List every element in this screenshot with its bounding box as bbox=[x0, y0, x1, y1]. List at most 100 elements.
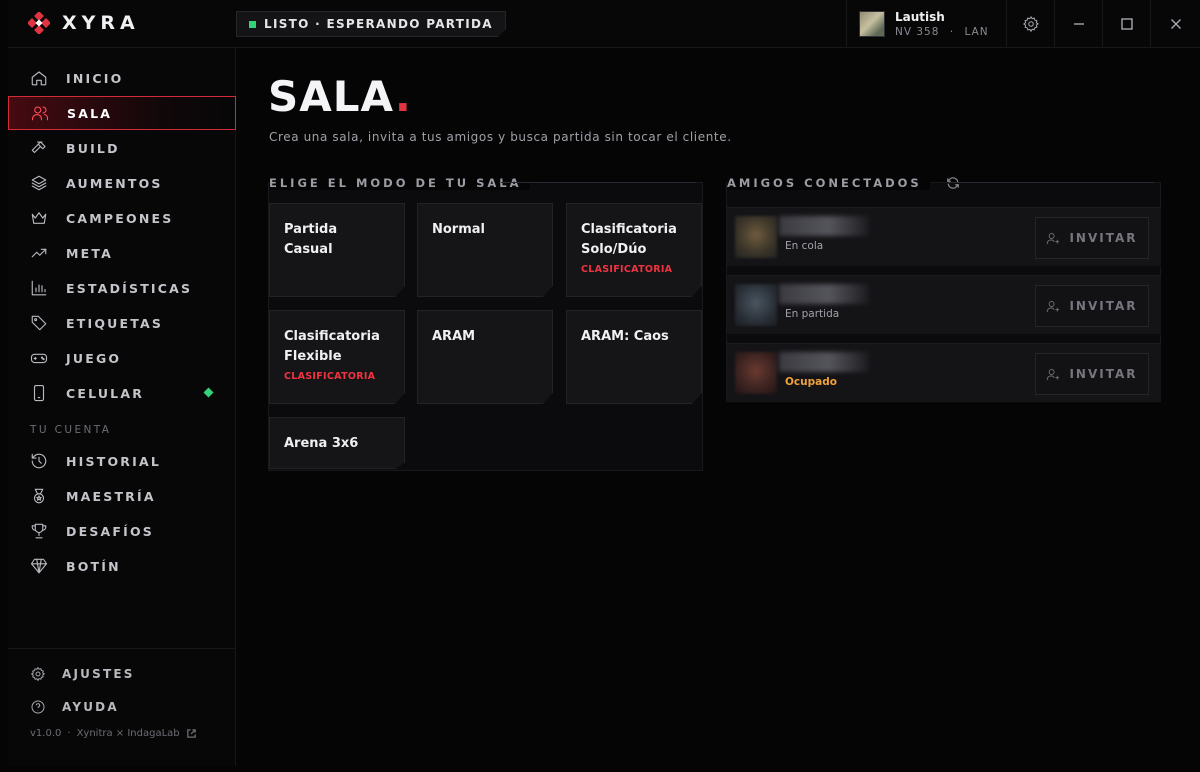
mode-name: Arena 3x6 bbox=[284, 436, 359, 451]
invite-button[interactable]: INVITAR bbox=[1035, 353, 1149, 395]
status-dot-icon bbox=[249, 21, 256, 28]
version-text: v1.0.0 bbox=[30, 728, 62, 739]
add-user-icon bbox=[1047, 368, 1060, 380]
sidebar-item-label: DESAFÍOS bbox=[66, 523, 155, 539]
sidebar-item-label: CAMPEONES bbox=[66, 210, 174, 226]
add-user-icon bbox=[1047, 300, 1060, 312]
friends-panel-rule bbox=[949, 182, 1154, 183]
sidebar-item-ajustes[interactable]: AJUSTES bbox=[8, 659, 236, 689]
user-name: Lautish bbox=[895, 10, 945, 24]
crown-icon bbox=[31, 212, 47, 224]
sidebar-item-label: BUILD bbox=[66, 140, 120, 156]
version-credits: v1.0.0 · Xynitra × IndagaLab bbox=[30, 728, 197, 739]
sidebar-footer: AJUSTES AYUDA bbox=[8, 648, 236, 714]
sidebar-item-label: MAESTRÍA bbox=[66, 488, 156, 504]
mode-card-aram-caos[interactable]: ARAM: Caos bbox=[566, 310, 702, 404]
sidebar-item-desafios[interactable]: DESAFÍOS bbox=[8, 514, 236, 548]
user-profile[interactable]: Lautish NV 358 · LAN bbox=[846, 0, 1006, 48]
mode-panel: ELIGE EL MODO DE TU SALA Partida Casual … bbox=[268, 176, 703, 471]
mode-card-arena[interactable]: Arena 3x6 bbox=[269, 417, 405, 469]
page-title-text: SALA bbox=[268, 72, 395, 121]
mode-tag: CLASIFICATORIA bbox=[284, 371, 376, 382]
sidebar-item-estadisticas[interactable]: ESTADÍSTICAS bbox=[8, 271, 236, 305]
sidebar-item-celular[interactable]: CELULAR bbox=[8, 376, 236, 410]
app-name: XYRA bbox=[62, 12, 140, 34]
sidebar-item-etiquetas[interactable]: ETIQUETAS bbox=[8, 306, 236, 340]
sidebar-item-maestria[interactable]: MAESTRÍA bbox=[8, 479, 236, 513]
page-title: SALA. bbox=[268, 72, 412, 121]
sidebar-item-historial[interactable]: HISTORIAL bbox=[8, 444, 236, 478]
friend-name-redacted bbox=[779, 284, 869, 304]
maximize-button[interactable] bbox=[1102, 0, 1150, 48]
mode-name: ARAM: Caos bbox=[581, 329, 669, 344]
invite-button[interactable]: INVITAR bbox=[1035, 285, 1149, 327]
mode-tag: CLASIFICATORIA bbox=[581, 264, 673, 275]
close-icon bbox=[1170, 19, 1181, 29]
friend-avatar bbox=[735, 284, 777, 326]
user-level: NV 358 bbox=[895, 26, 940, 38]
app-logo: XYRA bbox=[28, 12, 140, 34]
mode-name: ARAM bbox=[432, 329, 476, 344]
sidebar-item-label: HISTORIAL bbox=[66, 453, 161, 469]
phone-icon bbox=[33, 384, 45, 402]
friend-avatar bbox=[735, 352, 777, 394]
gamepad-icon bbox=[30, 353, 48, 364]
gear-icon bbox=[30, 666, 46, 682]
sidebar-item-label: ETIQUETAS bbox=[66, 315, 164, 331]
mode-card-clasificatoria-flexible[interactable]: Clasificatoria Flexible CLASIFICATORIA bbox=[269, 310, 405, 404]
trending-icon bbox=[31, 248, 47, 258]
sidebar-item-label: JUEGO bbox=[66, 350, 122, 366]
tag-icon bbox=[31, 315, 47, 331]
mode-card-aram[interactable]: ARAM bbox=[417, 310, 553, 404]
sidebar-item-label: AJUSTES bbox=[62, 667, 135, 681]
avatar bbox=[859, 11, 885, 37]
section-label-account: TU CUENTA bbox=[30, 424, 112, 436]
sidebar-item-aumentos[interactable]: AUMENTOS bbox=[8, 166, 236, 200]
sidebar-item-build[interactable]: BUILD bbox=[8, 131, 236, 165]
diamond-icon bbox=[30, 558, 48, 574]
mode-card-clasificatoria-solo-duo[interactable]: Clasificatoria Solo/Dúo CLASIFICATORIA bbox=[566, 203, 702, 297]
version-separator: · bbox=[67, 728, 71, 739]
credits-link[interactable]: Xynitra × IndagaLab bbox=[77, 728, 180, 739]
mode-name: Clasificatoria Solo/Dúo bbox=[581, 222, 677, 257]
mode-name: Normal bbox=[432, 222, 485, 237]
bar-chart-icon bbox=[31, 280, 47, 296]
friend-name-redacted bbox=[779, 352, 869, 372]
friend-row: En partida INVITAR bbox=[727, 275, 1161, 335]
minimize-icon bbox=[1073, 23, 1084, 25]
mode-name: Partida Casual bbox=[284, 222, 338, 257]
sidebar-item-inicio[interactable]: INICIO bbox=[8, 61, 236, 95]
users-icon bbox=[31, 106, 49, 121]
friend-status: Ocupado bbox=[785, 376, 837, 388]
user-region: LAN bbox=[964, 26, 989, 38]
hammer-icon bbox=[31, 141, 46, 154]
sidebar-item-label: AUMENTOS bbox=[66, 175, 163, 191]
friend-status: En cola bbox=[785, 240, 824, 252]
friend-name-redacted bbox=[779, 216, 869, 236]
xyra-logo-icon bbox=[28, 12, 50, 34]
external-link-icon[interactable] bbox=[186, 728, 197, 739]
add-user-icon bbox=[1047, 232, 1060, 244]
trophy-icon bbox=[31, 523, 47, 539]
invite-button[interactable]: INVITAR bbox=[1035, 217, 1149, 259]
online-badge-icon bbox=[203, 387, 214, 398]
sidebar-item-juego[interactable]: JUEGO bbox=[8, 341, 236, 375]
settings-button[interactable] bbox=[1006, 0, 1054, 48]
sidebar-item-label: SALA bbox=[67, 105, 113, 121]
sidebar-item-ayuda[interactable]: AYUDA bbox=[8, 692, 236, 722]
close-button[interactable] bbox=[1150, 0, 1200, 48]
sidebar-item-label: BOTÍN bbox=[66, 558, 121, 574]
sidebar-item-meta[interactable]: META bbox=[8, 236, 236, 270]
sidebar-item-campeones[interactable]: CAMPEONES bbox=[8, 201, 236, 235]
friend-row: En cola INVITAR bbox=[727, 207, 1161, 267]
mode-name: Clasificatoria Flexible bbox=[284, 329, 380, 364]
sidebar-item-label: AYUDA bbox=[62, 700, 119, 714]
mode-panel-header: ELIGE EL MODO DE TU SALA bbox=[269, 173, 530, 193]
sidebar-item-sala[interactable]: SALA bbox=[8, 96, 236, 130]
status-badge: LISTO · ESPERANDO PARTIDA bbox=[236, 11, 506, 37]
sidebar-item-botin[interactable]: BOTÍN bbox=[8, 549, 236, 583]
mode-card-normal[interactable]: Normal bbox=[417, 203, 553, 297]
mode-card-partida-casual[interactable]: Partida Casual bbox=[269, 203, 405, 297]
minimize-button[interactable] bbox=[1054, 0, 1102, 48]
refresh-icon[interactable] bbox=[946, 176, 960, 190]
